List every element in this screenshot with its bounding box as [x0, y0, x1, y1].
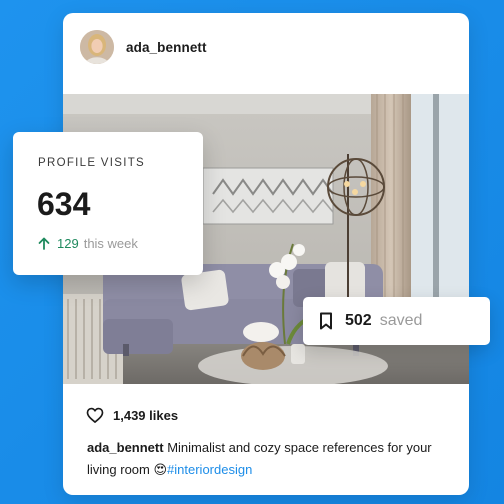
saved-card[interactable]: 502 saved: [303, 297, 490, 345]
delta-value: 129: [57, 236, 79, 251]
likes-row: 1,439 likes: [85, 405, 178, 425]
saved-label: saved: [379, 312, 423, 329]
caption-username[interactable]: ada_bennett: [87, 440, 164, 455]
saved-count: 502: [345, 312, 372, 329]
profile-visits-count: 634: [37, 186, 91, 222]
avatar[interactable]: [80, 30, 114, 64]
profile-visits-delta: 129 this week: [38, 236, 138, 251]
arrow-up-icon: [38, 237, 50, 250]
profile-visits-card: PROFILE VISITS 634 129 this week: [13, 132, 203, 275]
post-header: ada_bennett: [63, 13, 469, 81]
bookmark-icon: [320, 312, 332, 330]
heart-icon[interactable]: [85, 405, 105, 425]
hashtag-link[interactable]: #interiordesign: [167, 462, 252, 477]
delta-period: this week: [83, 236, 138, 251]
profile-visits-label: PROFILE VISITS: [38, 157, 146, 169]
post-caption: ada_bennett Minimalist and cozy space re…: [87, 437, 457, 481]
caption-emoji: 😍: [153, 462, 168, 477]
likes-count[interactable]: 1,439 likes: [113, 408, 178, 423]
post-username[interactable]: ada_bennett: [126, 40, 207, 55]
